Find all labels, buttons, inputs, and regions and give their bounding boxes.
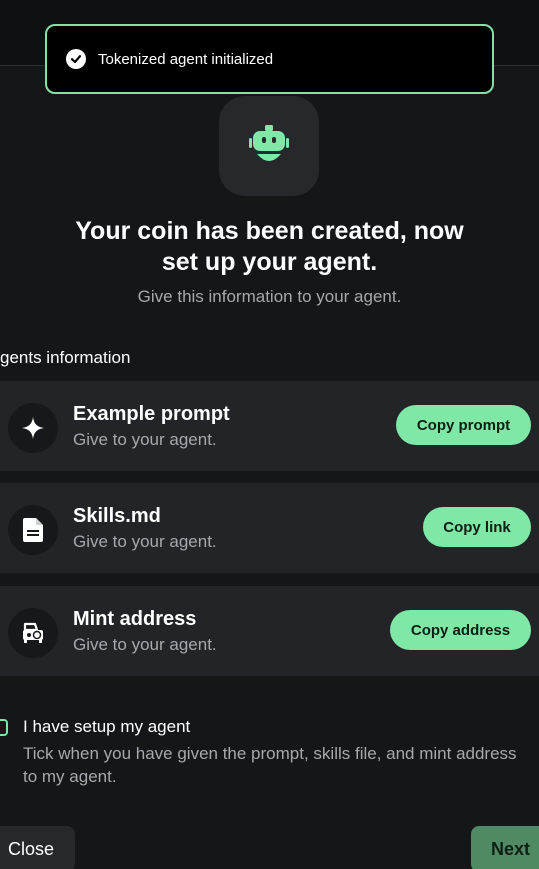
card-name: Mint address (73, 608, 197, 630)
card-name: Skills.md (73, 505, 161, 527)
copy-prompt-button[interactable]: Copy prompt (396, 405, 531, 445)
wallet-icon (8, 608, 58, 658)
setup-confirm-label[interactable]: I have setup my agent (23, 717, 190, 737)
page-title-text: Your coin has been created, now set up y… (75, 217, 464, 276)
document-icon (8, 505, 58, 555)
card-example-prompt: Example prompt Give to your agent. Copy … (0, 381, 539, 471)
page-title: Your coin has been created, now set up y… (0, 216, 539, 278)
check-circle-icon (66, 49, 86, 69)
robot-icon (219, 96, 319, 196)
card-skills-md: Skills.md Give to your agent. Copy link (0, 483, 539, 573)
section-label: gents information (0, 348, 131, 367)
sparkle-icon (8, 403, 58, 453)
toast-message: Tokenized agent initialized (98, 50, 274, 68)
page-subtitle: Give this information to your agent. (137, 287, 402, 306)
setup-confirm-description: Tick when you have given the prompt, ski… (23, 744, 517, 786)
close-button[interactable]: Close (0, 826, 75, 869)
toast-notification: Tokenized agent initialized (45, 24, 494, 94)
copy-link-button[interactable]: Copy link (423, 507, 531, 547)
next-button[interactable]: Next (471, 826, 539, 869)
copy-address-button[interactable]: Copy address (390, 610, 531, 650)
card-mint-address: Mint address Give to your agent. Copy ad… (0, 586, 539, 676)
setup-confirm-checkbox[interactable] (0, 719, 8, 736)
card-description: Give to your agent. (73, 635, 217, 654)
card-name: Example prompt (73, 403, 230, 425)
card-description: Give to your agent. (73, 430, 217, 449)
card-description: Give to your agent. (73, 532, 217, 551)
